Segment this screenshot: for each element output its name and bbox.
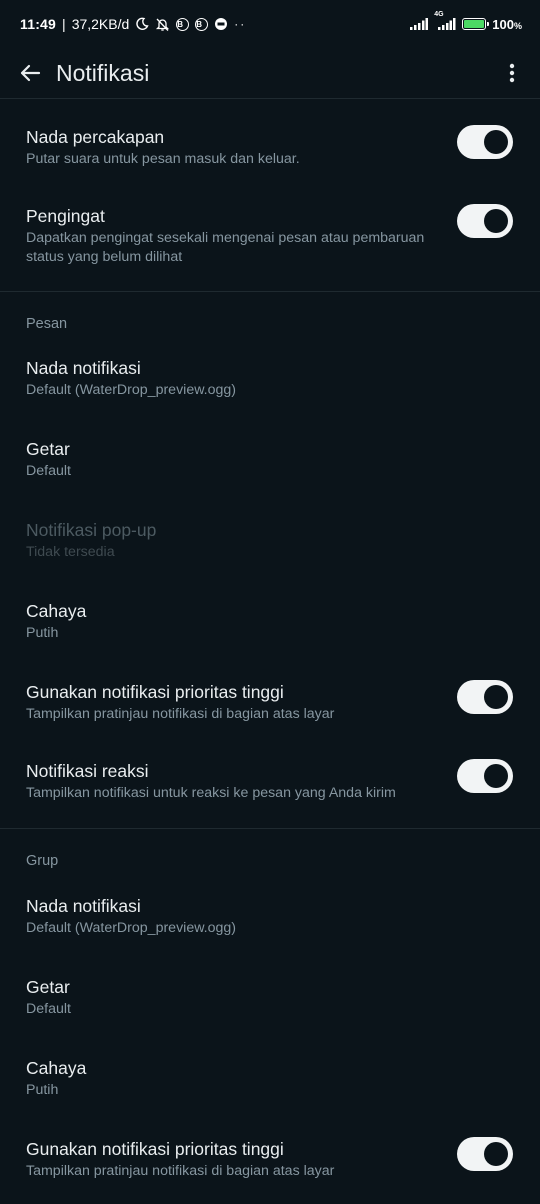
row-subtitle: Tidak tersedia: [26, 544, 115, 560]
b-badge-icon-2: B: [195, 17, 209, 31]
row-title: Cahaya: [26, 1058, 87, 1078]
back-button[interactable]: [14, 57, 46, 89]
network-type-label: 4G: [434, 11, 444, 18]
section-header-grup: Grup: [26, 853, 59, 869]
group-vibrate-row[interactable]: Getar Default: [26, 975, 516, 1019]
status-time: 11:49: [20, 16, 57, 32]
message-light-row[interactable]: Cahaya Putih: [26, 599, 516, 643]
header-divider: [0, 98, 540, 99]
status-bar: 11:49 | 37,2KB/d B B ·· 4G 100%: [0, 0, 540, 48]
row-subtitle: Dapatkan pengingat sesekali mengenai pes…: [26, 230, 425, 265]
row-title: Pengingat: [26, 206, 105, 226]
reaction-notifications-row[interactable]: Notifikasi reaksi Tampilkan notifikasi u…: [26, 759, 516, 803]
message-popup-notification-row: Notifikasi pop-up Tidak tersedia: [26, 518, 516, 562]
reaction-notifications-toggle[interactable]: [457, 759, 513, 793]
status-right: 4G 100%: [410, 11, 522, 32]
moon-icon: [135, 17, 149, 31]
row-title: Gunakan notifikasi prioritas tinggi: [26, 682, 284, 702]
row-title: Notifikasi reaksi: [26, 761, 149, 781]
battery-icon: [462, 18, 490, 30]
arrow-left-icon: [20, 64, 41, 82]
group-high-priority-row[interactable]: Gunakan notifikasi prioritas tinggi Tamp…: [26, 1137, 516, 1181]
conversation-tones-row[interactable]: Nada percakapan Putar suara untuk pesan …: [26, 125, 516, 169]
b-badge-icon: B: [176, 17, 190, 31]
section-divider: [0, 828, 540, 829]
more-notifications-icon: ··: [234, 17, 247, 31]
row-title: Getar: [26, 439, 70, 459]
toggle-knob: [484, 685, 508, 709]
status-net-speed: 37,2KB/d: [71, 16, 130, 32]
message-bubble-icon: [214, 17, 228, 31]
toggle-knob: [484, 764, 508, 788]
group-high-priority-toggle[interactable]: [457, 1137, 513, 1171]
row-title: Getar: [26, 977, 70, 997]
row-subtitle: Putar suara untuk pesan masuk dan keluar…: [26, 151, 300, 167]
toggle-knob: [484, 130, 508, 154]
row-title: Nada notifikasi: [26, 896, 141, 916]
status-separator: |: [62, 16, 66, 32]
row-subtitle: Tampilkan pratinjau notifikasi di bagian…: [26, 706, 335, 722]
row-subtitle: Default (WaterDrop_preview.ogg): [26, 382, 237, 398]
reminders-row[interactable]: Pengingat Dapatkan pengingat sesekali me…: [26, 204, 516, 267]
row-subtitle: Tampilkan pratinjau notifikasi di bagian…: [26, 1163, 335, 1179]
group-light-row[interactable]: Cahaya Putih: [26, 1056, 516, 1100]
row-subtitle: Tampilkan notifikasi untuk reaksi ke pes…: [26, 785, 396, 801]
row-subtitle: Putih: [26, 625, 59, 641]
row-title: Gunakan notifikasi prioritas tinggi: [26, 1139, 284, 1159]
more-options-button[interactable]: [496, 56, 528, 90]
group-notification-tone-row[interactable]: Nada notifikasi Default (WaterDrop_previ…: [26, 894, 516, 938]
row-subtitle: Default (WaterDrop_preview.ogg): [26, 920, 237, 936]
more-vert-icon: [509, 63, 515, 83]
message-high-priority-toggle[interactable]: [457, 680, 513, 714]
app-bar: Notifikasi: [0, 48, 540, 98]
message-high-priority-row[interactable]: Gunakan notifikasi prioritas tinggi Tamp…: [26, 680, 516, 724]
row-title: Nada percakapan: [26, 127, 165, 147]
message-notification-tone-row[interactable]: Nada notifikasi Default (WaterDrop_previ…: [26, 356, 516, 400]
message-vibrate-row[interactable]: Getar Default: [26, 437, 516, 481]
toggle-knob: [484, 1142, 508, 1166]
row-subtitle: Putih: [26, 1082, 59, 1098]
page-title: Notifikasi: [56, 60, 150, 86]
row-title: Notifikasi pop-up: [26, 520, 157, 540]
row-title: Cahaya: [26, 601, 87, 621]
row-subtitle: Default: [26, 1001, 71, 1017]
reminders-toggle[interactable]: [457, 204, 513, 238]
row-subtitle: Default: [26, 463, 71, 479]
battery-percent: 100%: [492, 16, 522, 32]
toggle-knob: [484, 209, 508, 233]
status-left: 11:49 | 37,2KB/d B B ··: [20, 16, 246, 32]
section-divider: [0, 291, 540, 292]
signal-4g-icon: 4G: [434, 11, 456, 30]
conversation-tones-toggle[interactable]: [457, 125, 513, 159]
section-header-pesan: Pesan: [26, 316, 68, 332]
row-title: Nada notifikasi: [26, 358, 141, 378]
bell-off-icon: [155, 17, 170, 32]
signal-icon: [410, 18, 429, 30]
